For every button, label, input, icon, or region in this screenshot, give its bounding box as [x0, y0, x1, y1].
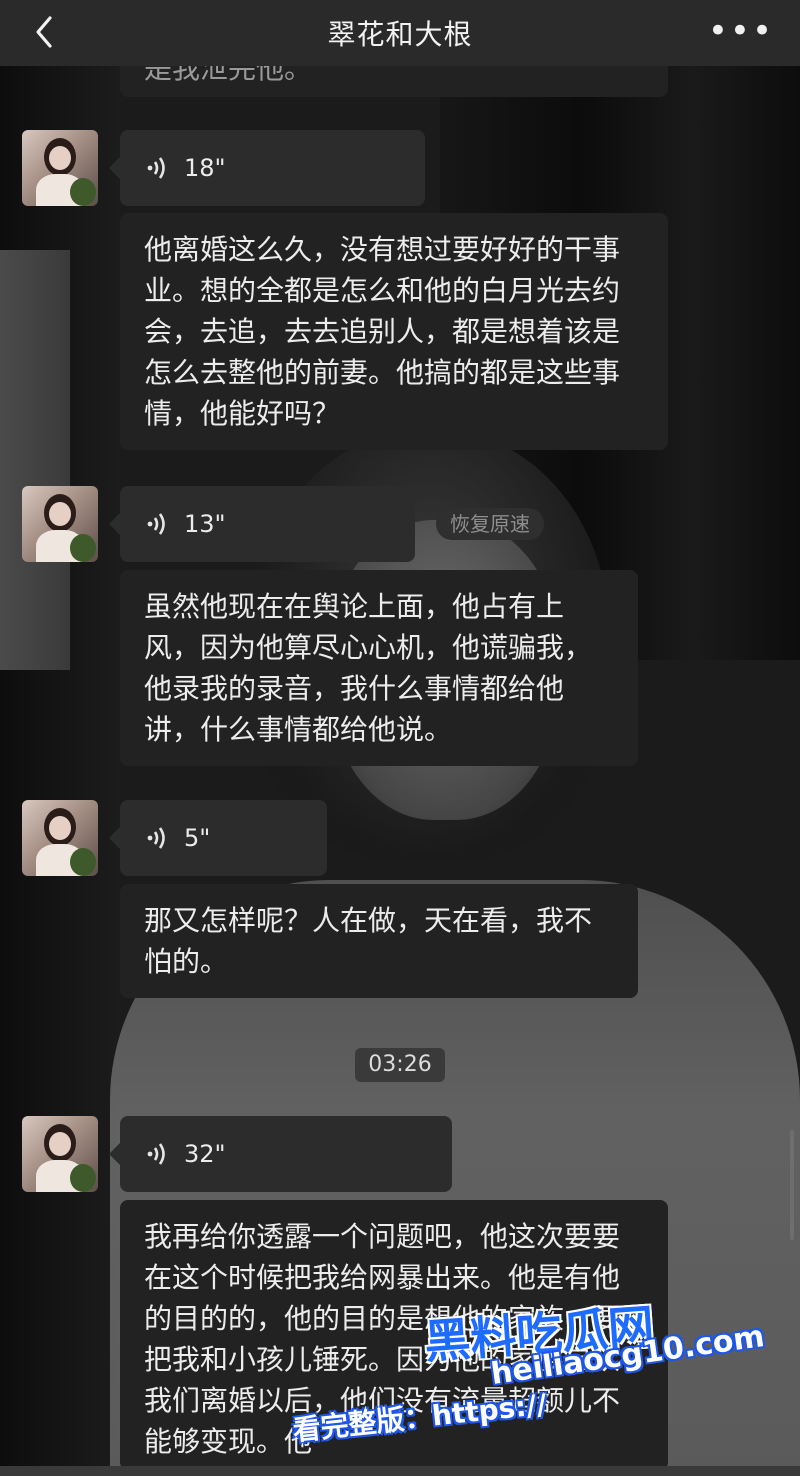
voice-message[interactable]: 32": [109, 1116, 452, 1192]
voice-wave-icon: [147, 1143, 165, 1165]
transcript-bubble[interactable]: 虽然他现在在舆论上面，他占有上风，因为他算尽心心机，他谎骗我，他录我的录音，我什…: [120, 570, 638, 766]
voice-message[interactable]: 18": [109, 130, 425, 206]
transcript-bubble[interactable]: 他离婚这么久，没有想过要好好的干事业。想的全都是怎么和他的白月光去约会，去追，去…: [120, 213, 668, 450]
voice-duration: 32": [184, 1140, 226, 1168]
back-chevron-icon[interactable]: [26, 12, 66, 52]
more-dots-icon[interactable]: •••: [708, 14, 774, 48]
voice-duration: 13": [184, 510, 226, 538]
avatar[interactable]: [22, 1116, 98, 1192]
avatar[interactable]: [22, 800, 98, 876]
voice-wave-icon: [147, 513, 165, 535]
transcript-text: 虽然他现在在舆论上面，他占有上风，因为他算尽心心机，他谎骗我，他录我的录音，我什…: [144, 590, 593, 746]
voice-message[interactable]: 5": [109, 800, 327, 876]
bottom-bar: [0, 1466, 800, 1476]
avatar[interactable]: [22, 130, 98, 206]
voice-wave-icon: [147, 157, 165, 179]
transcript-text: 那又怎样呢？人在做，天在看，我不怕的。: [144, 904, 593, 978]
voice-wave-icon: [147, 827, 165, 849]
restore-speed-button[interactable]: 恢复原速: [436, 508, 544, 540]
transcript-text: 他离婚这么久，没有想过要好好的干事业。想的全都是怎么和他的白月光去约会，去追，去…: [144, 233, 621, 430]
voice-message[interactable]: 13": [109, 486, 415, 562]
voice-duration: 5": [184, 824, 211, 852]
scrollbar[interactable]: [790, 1130, 794, 1240]
transcript-bubble[interactable]: 那又怎样呢？人在做，天在看，我不怕的。: [120, 884, 638, 998]
chat-header: 翠花和大根 •••: [0, 0, 800, 66]
avatar[interactable]: [22, 486, 98, 562]
voice-duration: 18": [184, 154, 226, 182]
chat-title: 翠花和大根: [327, 18, 473, 51]
timestamp-divider: 03:26: [355, 1048, 445, 1082]
